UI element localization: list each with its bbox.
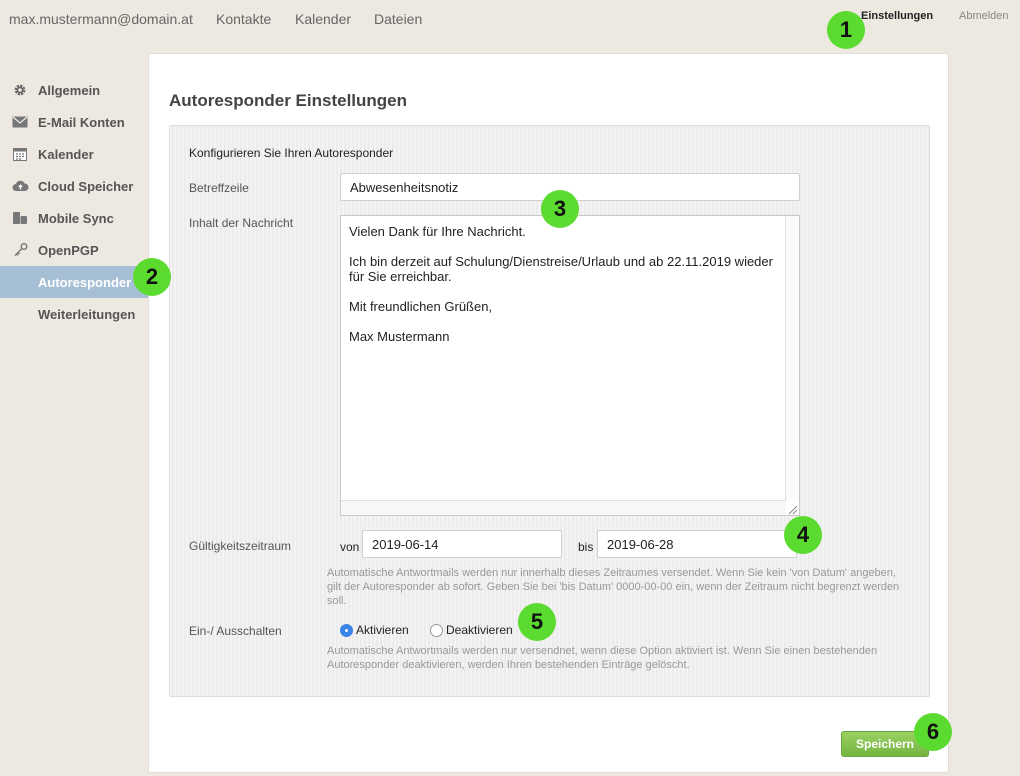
logout-link[interactable]: Abmelden — [959, 10, 1009, 22]
gear-icon — [11, 82, 29, 98]
callout-badge-1: 1 — [827, 11, 865, 49]
activate-radio-label: Aktivieren — [356, 623, 409, 637]
sidebar-item-openpgp[interactable]: OpenPGP — [0, 234, 148, 266]
sidebar-item-forwarding[interactable]: Weiterleitungen — [0, 298, 148, 330]
top-navigation-bar: max.mustermann@domain.at Kontakte Kalend… — [0, 0, 1020, 40]
sidebar-item-label: Kalender — [38, 146, 94, 162]
nav-calendar-link[interactable]: Kalender — [295, 11, 351, 27]
activate-radio[interactable]: Aktivieren — [340, 623, 409, 637]
account-email-link[interactable]: max.mustermann@domain.at — [9, 11, 193, 27]
sidebar-item-mobile-sync[interactable]: Mobile Sync — [0, 202, 148, 234]
form-intro-text: Konfigurieren Sie Ihren Autoresponder — [189, 146, 394, 160]
message-line: Max Mustermann — [349, 329, 450, 344]
message-line: Mit freundlichen Grüßen, — [349, 299, 493, 314]
mobile-sync-icon — [11, 210, 29, 226]
radio-selected-icon — [340, 623, 353, 637]
message-line: Ich bin derzeit auf Schulung/Dienstreise… — [349, 254, 773, 284]
envelope-icon — [11, 114, 29, 130]
validity-help-text: Automatische Antwortmails werden nur inn… — [327, 567, 900, 607]
callout-badge-3: 3 — [541, 190, 579, 228]
sidebar-item-label: Allgemein — [38, 82, 101, 98]
horizontal-scrollbar[interactable] — [341, 500, 786, 515]
from-label: von — [340, 540, 360, 554]
vertical-scrollbar[interactable] — [785, 216, 799, 500]
nav-contacts-link[interactable]: Kontakte — [216, 11, 271, 27]
callout-badge-5: 5 — [518, 603, 556, 641]
nav-files-link[interactable]: Dateien — [374, 11, 422, 27]
sidebar-item-label: Autoresponder — [38, 274, 132, 290]
settings-link[interactable]: Einstellungen — [861, 10, 933, 22]
callout-badge-4: 4 — [784, 516, 822, 554]
toggle-help-text: Automatische Antwortmails werden nur ver… — [327, 645, 878, 671]
sidebar-item-cloud-storage[interactable]: Cloud Speicher — [0, 170, 148, 202]
sidebar-item-calendar[interactable]: Kalender — [0, 138, 148, 170]
validity-label: Gültigkeitszeitraum — [189, 539, 292, 553]
callout-badge-6: 6 — [914, 713, 952, 751]
message-textarea[interactable]: Vielen Dank für Ihre Nachricht. Ich bin … — [340, 215, 800, 516]
deactivate-radio-label: Deaktivieren — [446, 623, 513, 637]
callout-badge-2: 2 — [133, 258, 171, 296]
to-date-input[interactable]: 2019-06-28 — [597, 530, 797, 558]
page-title: Autoresponder Einstellungen — [169, 91, 408, 110]
toggle-label: Ein-/ Ausschalten — [189, 624, 282, 638]
message-label: Inhalt der Nachricht — [189, 216, 294, 230]
resize-grip-icon[interactable] — [786, 502, 798, 515]
calendar-icon — [11, 146, 29, 162]
sidebar-item-label: E-Mail Konten — [38, 114, 125, 130]
cloud-upload-icon — [11, 178, 29, 194]
deactivate-radio[interactable]: Deaktivieren — [430, 623, 513, 637]
sidebar-item-label: OpenPGP — [38, 242, 99, 258]
to-label: bis — [578, 540, 594, 554]
message-body: Vielen Dank für Ihre Nachricht. Ich bin … — [349, 224, 779, 359]
sidebar-item-label: Mobile Sync — [38, 210, 114, 226]
sidebar-item-allgemein[interactable]: Allgemein — [0, 74, 148, 106]
subject-label: Betreffzeile — [189, 181, 249, 195]
key-icon — [11, 242, 29, 258]
sidebar-item-autoresponder[interactable]: Autoresponder — [0, 266, 148, 298]
settings-sidebar: Allgemein E-Mail Konten Kalender Cloud S… — [0, 74, 148, 330]
sidebar-item-label: Cloud Speicher — [38, 178, 134, 194]
sidebar-item-email-accounts[interactable]: E-Mail Konten — [0, 106, 148, 138]
from-date-input[interactable]: 2019-06-14 — [362, 530, 562, 558]
sidebar-item-label: Weiterleitungen — [38, 306, 136, 322]
radio-unselected-icon — [430, 623, 443, 637]
autoresponder-panel: Autoresponder Einstellungen Konfiguriere… — [148, 53, 949, 773]
